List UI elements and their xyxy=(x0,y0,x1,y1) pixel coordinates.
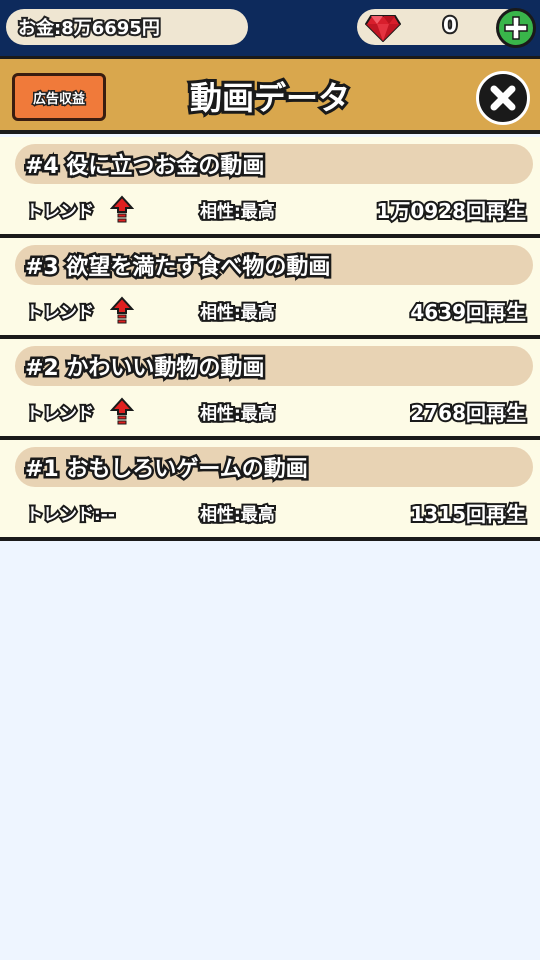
ad-revenue-label: 広告収益 xyxy=(31,90,86,108)
video-title: #1 おもしろいゲームの動画 xyxy=(15,447,533,487)
red-gem-icon xyxy=(365,15,401,42)
view-count: 4639回再生 xyxy=(408,298,528,326)
money-display: お金:8万6695円 xyxy=(6,9,248,45)
compatibility-label: 相性:最高 xyxy=(198,503,277,527)
money-label: お金:8万6695円 xyxy=(16,16,162,41)
plus-icon xyxy=(504,16,528,40)
video-list: #4 役に立つお金の動画 トレンド 相性:最高 1万0928回再生 #3 欲望を… xyxy=(0,137,540,541)
video-title: #2 かわいい動物の動画 xyxy=(15,346,533,386)
video-title: #3 欲望を満たす食べ物の動画 xyxy=(15,245,533,285)
page-title: 動画データ xyxy=(187,76,353,120)
video-title: #4 役に立つお金の動画 xyxy=(15,144,533,184)
trend-label: トレンド xyxy=(24,301,96,325)
trend-label: トレンド:-- xyxy=(24,503,117,527)
ad-revenue-button[interactable]: 広告収益 xyxy=(12,73,106,121)
view-count: 1万0928回再生 xyxy=(374,197,528,225)
video-card[interactable]: #2 かわいい動物の動画 トレンド 相性:最高 2768回再生 xyxy=(0,339,540,440)
video-card[interactable]: #1 おもしろいゲームの動画 トレンド:-- 相性:最高 1315回再生 xyxy=(0,440,540,541)
trend-up-arrow-icon xyxy=(110,296,134,324)
compatibility-label: 相性:最高 xyxy=(198,200,277,224)
video-card[interactable]: #3 欲望を満たす食べ物の動画 トレンド 相性:最高 4639回再生 xyxy=(0,238,540,339)
gem-count: 0 xyxy=(441,11,459,39)
page-header: 広告収益 動画データ xyxy=(0,56,540,134)
trend-up-arrow-icon xyxy=(110,397,134,425)
close-icon xyxy=(490,85,516,111)
trend-label: トレンド xyxy=(24,402,96,426)
view-count: 2768回再生 xyxy=(408,399,528,427)
close-button[interactable] xyxy=(476,71,530,125)
compatibility-label: 相性:最高 xyxy=(198,301,277,325)
top-status-bar: お金:8万6695円 0 xyxy=(0,0,540,56)
video-card[interactable]: #4 役に立つお金の動画 トレンド 相性:最高 1万0928回再生 xyxy=(0,137,540,238)
trend-label: トレンド xyxy=(24,200,96,224)
add-gems-button[interactable] xyxy=(496,8,536,48)
view-count: 1315回再生 xyxy=(408,500,528,528)
trend-up-arrow-icon xyxy=(110,195,134,223)
compatibility-label: 相性:最高 xyxy=(198,402,277,426)
